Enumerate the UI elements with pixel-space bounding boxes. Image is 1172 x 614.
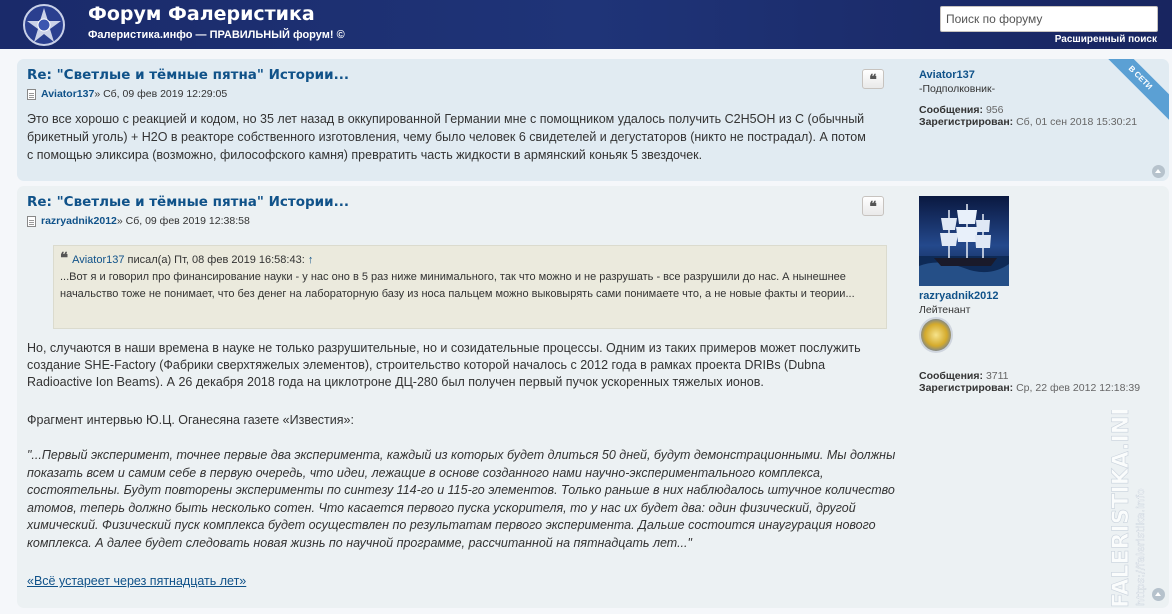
advanced-search-link[interactable]: Расширенный поиск [1055,34,1157,45]
site-description: Фалеристика.инфо — ПРАВИЛЬНЫЙ форум! © [88,29,345,41]
quote-jump-icon[interactable]: ↑ [308,254,314,266]
post-author[interactable]: razryadnik2012 [41,215,117,227]
sailing-ship-icon [919,204,1009,286]
profile-registered: Зарегистрирован: Сб, 01 сен 2018 15:30:2… [919,116,1138,128]
post: Re: "Светлые и тёмные пятна" Истории... … [17,186,1169,608]
profile-username[interactable]: Aviator137 [919,69,1137,81]
profile-rank: -Подполковник- [919,83,996,95]
post-icon[interactable] [27,215,36,227]
post-meta: razryadnik2012 » Сб, 09 фев 2019 12:38:5… [27,215,250,227]
post-date: » Сб, 09 фев 2019 12:38:58 [116,215,250,227]
profile-rank: Лейтенант [919,304,971,316]
post-body: Это все хорошо с реакцией и кодом, но 35… [27,112,866,162]
quote-block: ❝ Aviator137 писал(а) Пт, 08 фев 2019 16:… [53,245,887,329]
back-to-top-icon[interactable] [1152,588,1165,601]
profile-posts: Сообщения: 3711 [919,370,1009,382]
post-link[interactable]: «Всё устареет через пятнадцать лет» [27,574,246,588]
profile-posts: Сообщения: 956 [919,104,1004,116]
watermark-main: FALERISTIKA.INFO [1109,410,1134,608]
post: Re: "Светлые и тёмные пятна" Истории... … [17,59,1169,181]
search-input[interactable] [940,6,1158,32]
quote-text: ...Вот я и говорил про финансирование на… [60,271,855,300]
site-title[interactable]: Форум Фалеристика [88,3,315,25]
post-fragment-intro: Фрагмент интервью Ю.Ц. Оганесяна газете … [27,413,354,427]
quote-author[interactable]: Aviator137 [72,254,124,266]
post-title[interactable]: Re: "Светлые и тёмные пятна" Истории... [27,194,349,210]
post-citation: "...Первый эксперимент, точнее первые дв… [27,448,896,550]
post-date: » Сб, 09 фев 2019 12:29:05 [94,88,228,100]
post-profile-stats: Сообщения: 3711 Зарегистрирован: Ср, 22 … [919,370,1140,394]
post-profile: razryadnik2012 Лейтенант [919,290,999,316]
post-author[interactable]: Aviator137 [41,88,94,100]
quote-button[interactable]: ❝ [862,69,884,89]
quote-wrote: писал(а) Пт, 08 фев 2019 16:58:43: [124,254,308,266]
back-to-top-icon[interactable] [1152,165,1165,178]
rank-insignia-icon [919,317,953,353]
post-icon[interactable] [27,88,36,100]
watermark-sub: https://faleristika.info [1134,488,1147,606]
site-watermark: FALERISTIKA.INFO https://faleristika.inf… [1109,410,1148,608]
profile-username[interactable]: razryadnik2012 [919,290,999,302]
forum-logo-icon[interactable] [22,3,66,47]
profile-registered: Зарегистрирован: Ср, 22 фев 2012 12:18:3… [919,382,1141,394]
site-header: Форум Фалеристика Фалеристика.инфо — ПРА… [0,0,1172,49]
quote-mark-icon: ❝ [60,249,69,267]
avatar[interactable] [919,196,1009,286]
quote-button[interactable]: ❝ [862,196,884,216]
post-body: Но, случаются в наши времена в науке не … [27,341,861,389]
post-profile: Aviator137 -Подполковник- Сообщения: 956… [919,69,1137,128]
quote-header: ❝ Aviator137 писал(а) Пт, 08 фев 2019 16:… [60,250,880,269]
post-meta: Aviator137 » Сб, 09 фев 2019 12:29:05 [27,88,227,100]
post-title[interactable]: Re: "Светлые и тёмные пятна" Истории... [27,67,349,83]
